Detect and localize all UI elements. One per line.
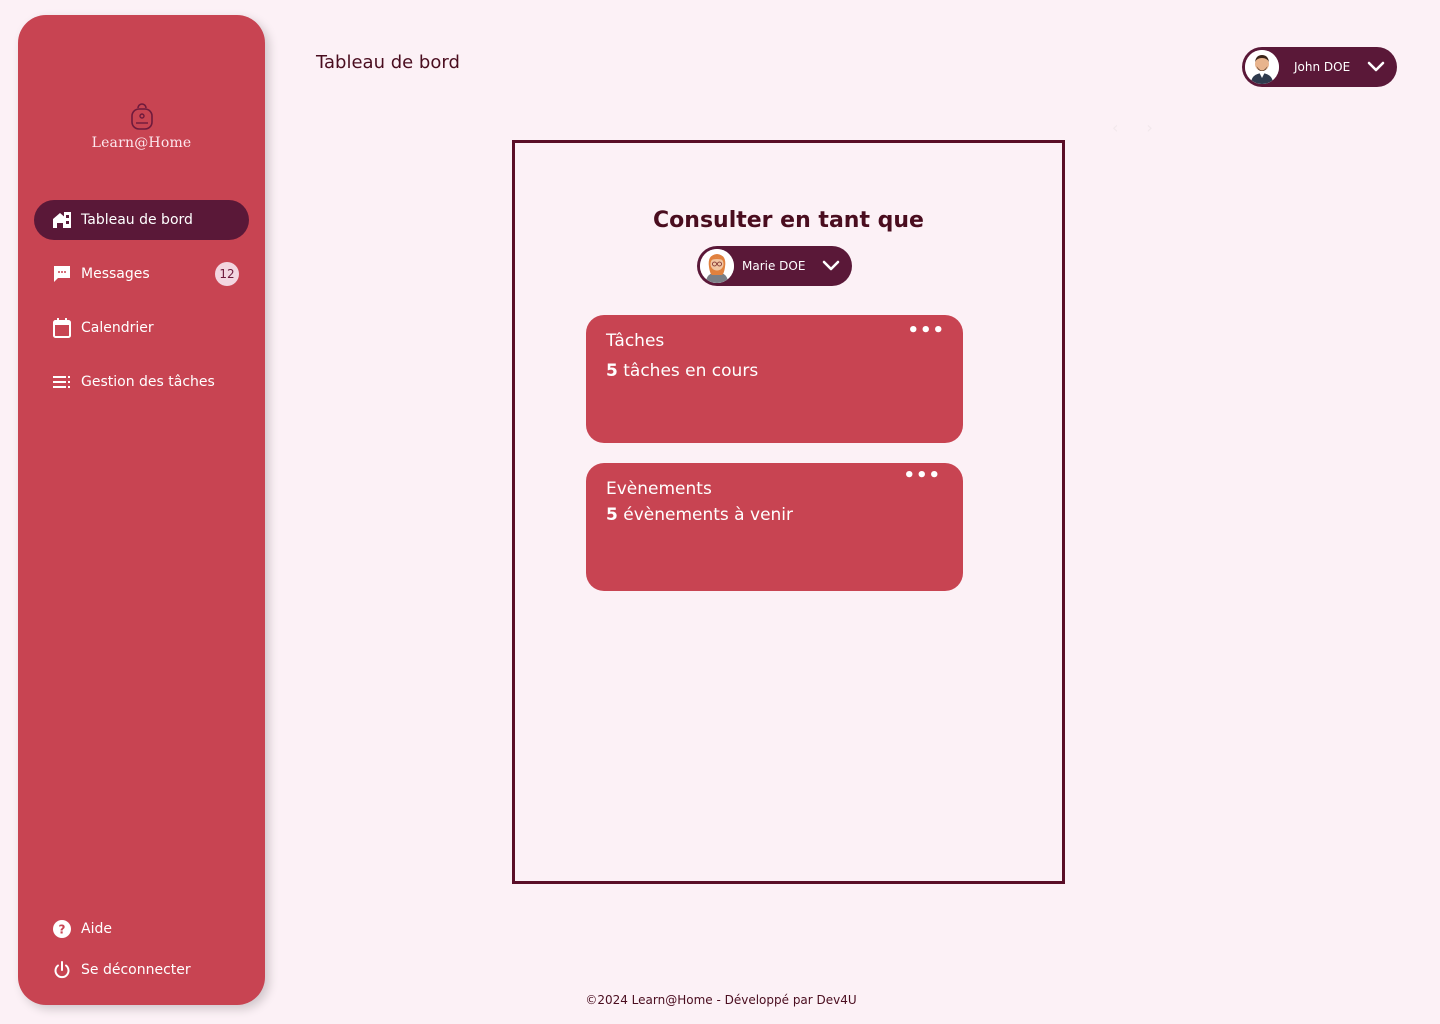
card-subtitle: 5 tâches en cours [606, 361, 943, 381]
events-card[interactable]: Evènements 5 évènements à venir ••• [586, 463, 963, 591]
power-icon [52, 960, 72, 980]
card-text: évènements à venir [623, 505, 794, 525]
dashboard-panel: Consulter en tant que Marie DOE Tâches 5… [512, 140, 1065, 884]
sidebar-item-label: Aide [81, 921, 112, 937]
sidebar-item-logout[interactable]: Se déconnecter [34, 953, 249, 987]
card-text: tâches en cours [623, 361, 759, 381]
avatar [700, 249, 734, 283]
footer-text: ©2024 Learn@Home - Développé par Dev4U [585, 993, 857, 1007]
chevron-left-icon[interactable]: ‹ [1112, 118, 1118, 137]
logo[interactable]: Learn@Home [18, 103, 265, 151]
carousel-arrows: ‹ › [1112, 118, 1153, 137]
selected-child-name: Marie DOE [742, 259, 806, 273]
message-icon [52, 264, 72, 284]
user-menu-button[interactable]: John DOE [1242, 47, 1397, 87]
child-selector[interactable]: Marie DOE [697, 246, 852, 286]
backpack-icon [130, 103, 153, 130]
sidebar-item-label: Se déconnecter [81, 962, 191, 978]
sidebar-item-dashboard[interactable]: Tableau de bord [34, 200, 249, 240]
sidebar-item-label: Messages [81, 266, 150, 282]
more-options-icon[interactable]: ••• [907, 322, 945, 340]
sidebar-item-label: Tableau de bord [81, 212, 193, 228]
calendar-icon [52, 318, 72, 338]
card-subtitle: 5 évènements à venir [606, 505, 943, 525]
sidebar: Learn@Home Tableau de bord Messages 12 C… [18, 15, 265, 1005]
sidebar-item-help[interactable]: ? Aide [34, 912, 249, 946]
consult-as-title: Consulter en tant que [653, 208, 924, 233]
sidebar-item-tasks[interactable]: Gestion des tâches [34, 362, 249, 402]
sidebar-item-label: Calendrier [81, 320, 154, 336]
card-count: 5 [606, 505, 618, 525]
footer: ©2024 Learn@Home - Développé par Dev4U [0, 993, 1440, 1007]
card-title: Evènements [606, 479, 712, 499]
card-title: Tâches [606, 331, 665, 351]
sidebar-bottom-nav: ? Aide Se déconnecter [34, 912, 249, 994]
sidebar-nav: Tableau de bord Messages 12 Calendrier G… [34, 200, 249, 416]
avatar [1245, 50, 1279, 84]
help-icon: ? [52, 919, 72, 939]
unread-badge: 12 [215, 262, 239, 286]
dashboard-icon [52, 210, 72, 230]
brand-name: Learn@Home [91, 135, 192, 151]
chevron-down-icon [822, 260, 840, 272]
page-title: Tableau de bord [316, 52, 460, 73]
more-options-icon[interactable]: ••• [903, 467, 941, 485]
chevron-down-icon [1367, 61, 1385, 73]
task-list-icon [52, 372, 72, 392]
sidebar-item-label: Gestion des tâches [81, 374, 215, 390]
sidebar-item-calendar[interactable]: Calendrier [34, 308, 249, 348]
sidebar-item-messages[interactable]: Messages 12 [34, 254, 249, 294]
tasks-card[interactable]: Tâches 5 tâches en cours ••• [586, 315, 963, 443]
user-name: John DOE [1294, 60, 1351, 74]
card-count: 5 [606, 361, 618, 381]
chevron-right-icon[interactable]: › [1146, 118, 1152, 137]
svg-text:?: ? [59, 923, 66, 937]
